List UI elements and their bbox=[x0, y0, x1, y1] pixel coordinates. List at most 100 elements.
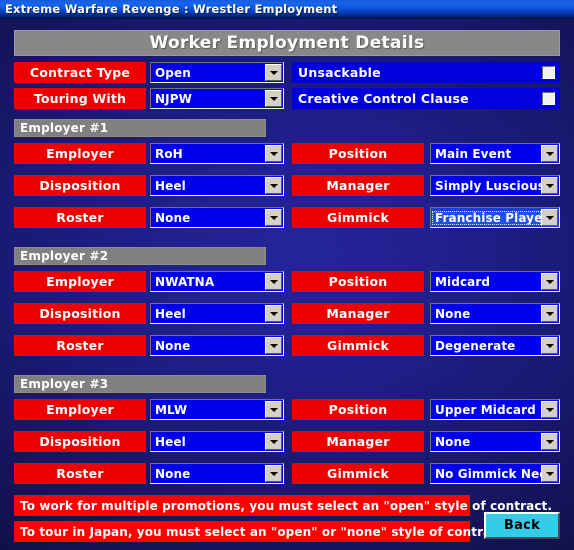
employer-2-manager-label: Manager bbox=[292, 303, 424, 324]
warning-message-2: To tour in Japan, you must select an "op… bbox=[14, 521, 509, 542]
employer-1-employer-label-text: Employer bbox=[46, 146, 114, 161]
employer-2-employer-value: NWATNA bbox=[155, 274, 215, 289]
app-window: Extreme Warfare Revenge : Wrestler Emplo… bbox=[0, 0, 574, 550]
employer-3-employer-label-text: Employer bbox=[46, 402, 114, 417]
employer-1-position-dropdown[interactable]: Main Event bbox=[430, 143, 560, 164]
employer-3-gimmick-label-text: Gimmick bbox=[326, 466, 389, 481]
employer-3-manager-label: Manager bbox=[292, 431, 424, 452]
chevron-down-icon[interactable] bbox=[265, 465, 282, 482]
employer-3-manager-dropdown[interactable]: None bbox=[430, 431, 560, 452]
employer-2-gimmick-value: Degenerate bbox=[435, 338, 516, 353]
section-header-employer-1: Employer #1 bbox=[14, 119, 266, 137]
chevron-down-icon[interactable] bbox=[265, 273, 282, 290]
employer-1-gimmick-dropdown[interactable]: Franchise Player bbox=[430, 207, 560, 228]
employer-2-roster-value: None bbox=[155, 338, 191, 353]
employer-3-gimmick-dropdown[interactable]: No Gimmick Needed bbox=[430, 463, 560, 484]
window-title: Extreme Warfare Revenge : Wrestler Emplo… bbox=[5, 2, 338, 16]
employer-1-employer-dropdown[interactable]: RoH bbox=[150, 143, 284, 164]
employer-2-disposition-label: Disposition bbox=[14, 303, 146, 324]
employer-1-gimmick-value: Franchise Player bbox=[432, 210, 541, 225]
employer-3-employer-label: Employer bbox=[14, 399, 146, 420]
chevron-down-icon[interactable] bbox=[265, 433, 282, 450]
chevron-down-icon[interactable] bbox=[265, 209, 282, 226]
employer-3-position-value: Upper Midcard bbox=[435, 402, 536, 417]
contract-type-label-text: Contract Type bbox=[29, 65, 131, 80]
employer-1-disposition-value: Heel bbox=[155, 178, 186, 193]
touring-with-dropdown[interactable]: NJPW bbox=[150, 88, 284, 109]
chevron-down-icon[interactable] bbox=[541, 273, 558, 290]
chevron-down-icon[interactable] bbox=[541, 177, 558, 194]
employer-1-disposition-dropdown[interactable]: Heel bbox=[150, 175, 284, 196]
employer-1-manager-dropdown[interactable]: Simply Luscious bbox=[430, 175, 560, 196]
back-button-label: Back bbox=[503, 518, 541, 533]
chevron-down-icon[interactable] bbox=[541, 305, 558, 322]
employer-1-gimmick-label-text: Gimmick bbox=[326, 210, 389, 225]
employer-1-roster-label: Roster bbox=[14, 207, 146, 228]
touring-with-value: NJPW bbox=[155, 91, 192, 106]
section-header-employer-3-text: Employer #3 bbox=[20, 377, 109, 391]
employer-1-disposition-label: Disposition bbox=[14, 175, 146, 196]
window-titlebar: Extreme Warfare Revenge : Wrestler Emplo… bbox=[0, 0, 574, 19]
warning-message-1-text: To work for multiple promotions, you mus… bbox=[20, 498, 553, 513]
unsackable-checkbox-row[interactable]: Unsackable bbox=[292, 62, 560, 83]
back-button[interactable]: Back bbox=[484, 512, 560, 539]
employer-3-roster-value: None bbox=[155, 466, 191, 481]
chevron-down-icon[interactable] bbox=[541, 465, 558, 482]
employer-2-position-dropdown[interactable]: Midcard bbox=[430, 271, 560, 292]
unsackable-checkbox[interactable] bbox=[542, 66, 555, 79]
employer-3-disposition-label-text: Disposition bbox=[39, 434, 121, 449]
employer-3-position-label-text: Position bbox=[328, 402, 388, 417]
employer-2-manager-value: None bbox=[435, 306, 471, 321]
page-title-bar: Worker Employment Details bbox=[14, 30, 560, 56]
creative-control-checkbox-row[interactable]: Creative Control Clause bbox=[292, 88, 560, 109]
employer-3-gimmick-value: No Gimmick Needed bbox=[435, 466, 541, 481]
employer-2-roster-label-text: Roster bbox=[56, 338, 104, 353]
employer-2-roster-dropdown[interactable]: None bbox=[150, 335, 284, 356]
employer-1-roster-value: None bbox=[155, 210, 191, 225]
employer-3-roster-dropdown[interactable]: None bbox=[150, 463, 284, 484]
contract-type-label: Contract Type bbox=[14, 62, 146, 83]
chevron-down-icon[interactable] bbox=[265, 177, 282, 194]
employer-1-manager-value: Simply Luscious bbox=[435, 178, 541, 193]
employer-2-position-value: Midcard bbox=[435, 274, 491, 289]
employer-1-employer-label: Employer bbox=[14, 143, 146, 164]
contract-type-dropdown[interactable]: Open bbox=[150, 62, 284, 83]
creative-control-checkbox[interactable] bbox=[542, 92, 555, 105]
employer-1-roster-dropdown[interactable]: None bbox=[150, 207, 284, 228]
touring-with-label-text: Touring With bbox=[33, 91, 127, 106]
employer-2-employer-dropdown[interactable]: NWATNA bbox=[150, 271, 284, 292]
employer-3-roster-label-text: Roster bbox=[56, 466, 104, 481]
employer-1-position-value: Main Event bbox=[435, 146, 512, 161]
chevron-down-icon[interactable] bbox=[541, 145, 558, 162]
employer-3-disposition-label: Disposition bbox=[14, 431, 146, 452]
chevron-down-icon[interactable] bbox=[265, 64, 282, 81]
employer-3-roster-label: Roster bbox=[14, 463, 146, 484]
chevron-down-icon[interactable] bbox=[541, 433, 558, 450]
employer-2-manager-dropdown[interactable]: None bbox=[430, 303, 560, 324]
chevron-down-icon[interactable] bbox=[265, 305, 282, 322]
section-header-employer-3: Employer #3 bbox=[14, 375, 266, 393]
employer-1-position-label-text: Position bbox=[328, 146, 388, 161]
employer-2-gimmick-dropdown[interactable]: Degenerate bbox=[430, 335, 560, 356]
contract-type-value: Open bbox=[155, 65, 191, 80]
employer-3-position-dropdown[interactable]: Upper Midcard bbox=[430, 399, 560, 420]
creative-control-label: Creative Control Clause bbox=[298, 91, 469, 106]
touring-with-label: Touring With bbox=[14, 88, 146, 109]
unsackable-label: Unsackable bbox=[298, 65, 381, 80]
chevron-down-icon[interactable] bbox=[265, 401, 282, 418]
employer-3-manager-label-text: Manager bbox=[326, 434, 390, 449]
employer-1-gimmick-label: Gimmick bbox=[292, 207, 424, 228]
chevron-down-icon[interactable] bbox=[265, 337, 282, 354]
employer-2-disposition-dropdown[interactable]: Heel bbox=[150, 303, 284, 324]
employer-2-position-label-text: Position bbox=[328, 274, 388, 289]
employer-3-employer-dropdown[interactable]: MLW bbox=[150, 399, 284, 420]
employer-2-employer-label: Employer bbox=[14, 271, 146, 292]
chevron-down-icon[interactable] bbox=[541, 209, 558, 226]
employer-2-gimmick-label-text: Gimmick bbox=[326, 338, 389, 353]
employer-3-disposition-dropdown[interactable]: Heel bbox=[150, 431, 284, 452]
chevron-down-icon[interactable] bbox=[265, 145, 282, 162]
chevron-down-icon[interactable] bbox=[265, 90, 282, 107]
chevron-down-icon[interactable] bbox=[541, 401, 558, 418]
chevron-down-icon[interactable] bbox=[541, 337, 558, 354]
employer-1-disposition-label-text: Disposition bbox=[39, 178, 121, 193]
